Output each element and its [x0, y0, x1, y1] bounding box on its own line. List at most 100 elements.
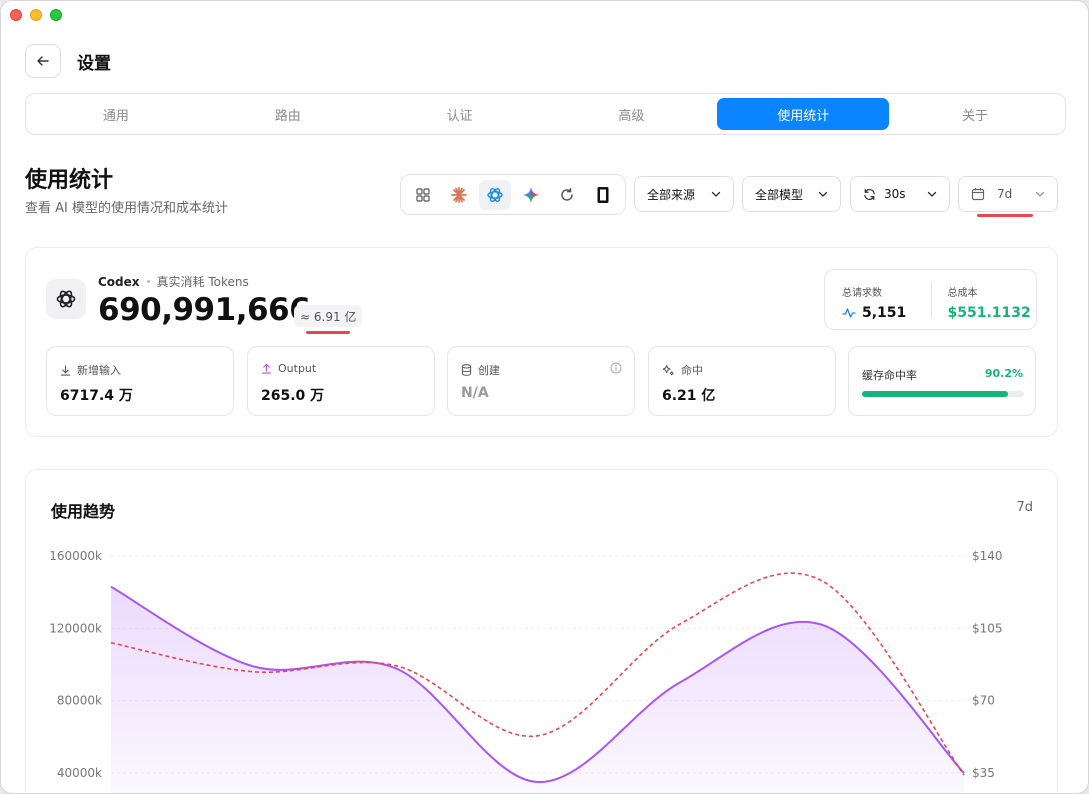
metric-input: 新增输入 6717.4 万: [46, 346, 234, 416]
metric-output-value: 265.0 万: [261, 388, 325, 404]
download-arrow-icon: [60, 364, 71, 376]
totals-box: 总请求数 5,151 总成本 $551.1132: [824, 269, 1037, 330]
page-subtitle: 查看 AI 模型的使用情况和成本统计: [25, 201, 228, 216]
metric-output: Output 265.0 万: [247, 346, 435, 416]
cache-rate-label: 缓存命中率: [862, 369, 917, 382]
total-requests: 总请求数 5,151: [825, 270, 931, 329]
metric-create-value: N/A: [461, 385, 489, 401]
window-controls: [10, 9, 62, 21]
chevron-down-icon: [818, 191, 828, 197]
tab-advanced[interactable]: 高级: [545, 98, 717, 130]
filter-claude-button[interactable]: [443, 180, 475, 210]
y-right-tick-label: $70: [972, 694, 995, 708]
y-right-tick-label: $105: [972, 621, 1003, 635]
usage-trend-card: 使用趋势 7d 160000k $140 120000k $105 80000k $70 4…: [25, 469, 1058, 793]
approx-highlight: [306, 331, 350, 334]
settings-title: 设置: [77, 53, 111, 74]
y-left-tick-label: 120000k: [49, 621, 102, 635]
cache-rate-progress-fill: [862, 391, 1009, 397]
metric-output-label-row: Output: [261, 362, 316, 375]
model-select-value: 全部模型: [755, 187, 804, 202]
calendar-icon: [971, 188, 985, 201]
date-range-highlight: [977, 214, 1033, 217]
upload-arrow-icon: [261, 363, 272, 374]
metric-create-label-row: 创建: [461, 362, 500, 378]
cache-rate-value: 90.2%: [984, 367, 1023, 380]
tab-general[interactable]: 通用: [30, 98, 202, 130]
device-icon: [597, 186, 609, 203]
minimize-window-button[interactable]: [30, 9, 42, 21]
activity-pulse-icon: [842, 308, 856, 318]
tab-about[interactable]: 关于: [889, 98, 1061, 130]
total-cost-label: 总成本: [947, 288, 978, 299]
back-button[interactable]: [25, 44, 61, 78]
tokens-area: [111, 586, 964, 793]
y-right-tick-label: $35: [972, 766, 995, 780]
y-left-tick-label: 80000k: [57, 694, 102, 708]
source-select[interactable]: 全部来源: [634, 176, 734, 212]
openai-logo-icon: [56, 290, 76, 308]
close-window-button[interactable]: [10, 9, 22, 21]
settings-header: 设置: [25, 44, 111, 78]
filter-gemini-button[interactable]: [515, 180, 547, 210]
tab-auth[interactable]: 认证: [374, 98, 546, 130]
filter-device-button[interactable]: [587, 180, 619, 210]
page-title: 使用统计: [25, 168, 114, 193]
provider-logo: [46, 279, 86, 319]
metric-hit: 命中 6.21 亿: [648, 346, 836, 416]
usage-trend-chart: 160000k $140 120000k $105 80000k $70 40000k $35: [49, 549, 1003, 793]
metric-create: 创建 N/A: [447, 346, 635, 416]
sparkles-icon: [662, 364, 674, 375]
provider-line: Codex 真实消耗 Tokens: [98, 273, 249, 290]
settings-tabs: 通用 路由 认证 高级 使用统计 关于: [25, 93, 1066, 135]
date-range-select[interactable]: 7d: [958, 176, 1058, 212]
refresh-icon: [864, 188, 875, 200]
metric-create-label: 创建: [478, 364, 500, 377]
metric-input-value: 6717.4 万: [60, 388, 133, 404]
total-requests-row: 5,151: [842, 305, 931, 321]
provider-description: 真实消耗 Tokens: [156, 275, 249, 289]
y-right-tick-label: $140: [972, 549, 1003, 563]
info-icon[interactable]: [610, 362, 622, 374]
chevron-down-icon: [927, 191, 937, 197]
usage-summary-card: Codex 真实消耗 Tokens 690,991,666 ≈ 6.91 亿 总…: [25, 247, 1058, 437]
source-select-value: 全部来源: [647, 187, 696, 202]
filter-codex-button[interactable]: [479, 179, 511, 210]
claude-starburst-icon: [451, 186, 467, 203]
database-icon: [461, 364, 472, 376]
total-cost: 总成本 $551.1132: [930, 270, 1037, 329]
date-range-value: 7d: [997, 187, 1013, 201]
maximize-window-button[interactable]: [50, 9, 62, 21]
total-requests-value: 5,151: [862, 305, 907, 321]
y-left-tick-label: 40000k: [57, 766, 102, 780]
separator-dot: [146, 280, 150, 283]
chevron-down-icon: [1035, 191, 1045, 197]
provider-name: Codex: [98, 274, 140, 289]
refresh-interval-select[interactable]: 30s: [850, 176, 950, 212]
tab-usage-stats[interactable]: 使用统计: [717, 98, 890, 130]
trend-range-label: 7d: [1016, 500, 1033, 515]
source-filter-group: [400, 174, 626, 215]
total-tokens-value: 690,991,666: [98, 292, 311, 328]
trend-title: 使用趋势: [51, 502, 116, 521]
tab-routing[interactable]: 路由: [202, 98, 374, 130]
approx-tokens-badge: ≈ 6.91 亿: [294, 305, 363, 327]
y-left-tick-label: 160000k: [49, 549, 102, 563]
chevron-down-icon: [711, 191, 721, 197]
app-window: 设置 通用 路由 认证 高级 使用统计 关于 使用统计 查看 AI 模型的使用情…: [0, 0, 1089, 794]
total-requests-label: 总请求数: [842, 288, 882, 299]
filter-loop-button[interactable]: [551, 180, 583, 210]
metric-hit-value: 6.21 亿: [662, 388, 716, 404]
grid-all-icon: [416, 187, 430, 202]
model-select[interactable]: 全部模型: [742, 176, 841, 212]
filter-all-sources-button[interactable]: [407, 180, 439, 210]
openai-logo-icon: [487, 187, 503, 202]
metric-hit-label: 命中: [681, 364, 703, 377]
total-cost-value: $551.1132: [947, 305, 1031, 321]
metric-input-label-row: 新增输入: [60, 362, 121, 378]
arrow-left-icon: [37, 56, 49, 66]
metric-input-label: 新增输入: [77, 364, 121, 377]
metric-hit-label-row: 命中: [662, 362, 703, 378]
metric-cache-rate: 缓存命中率 90.2%: [848, 346, 1036, 416]
metric-output-label: Output: [278, 362, 317, 375]
